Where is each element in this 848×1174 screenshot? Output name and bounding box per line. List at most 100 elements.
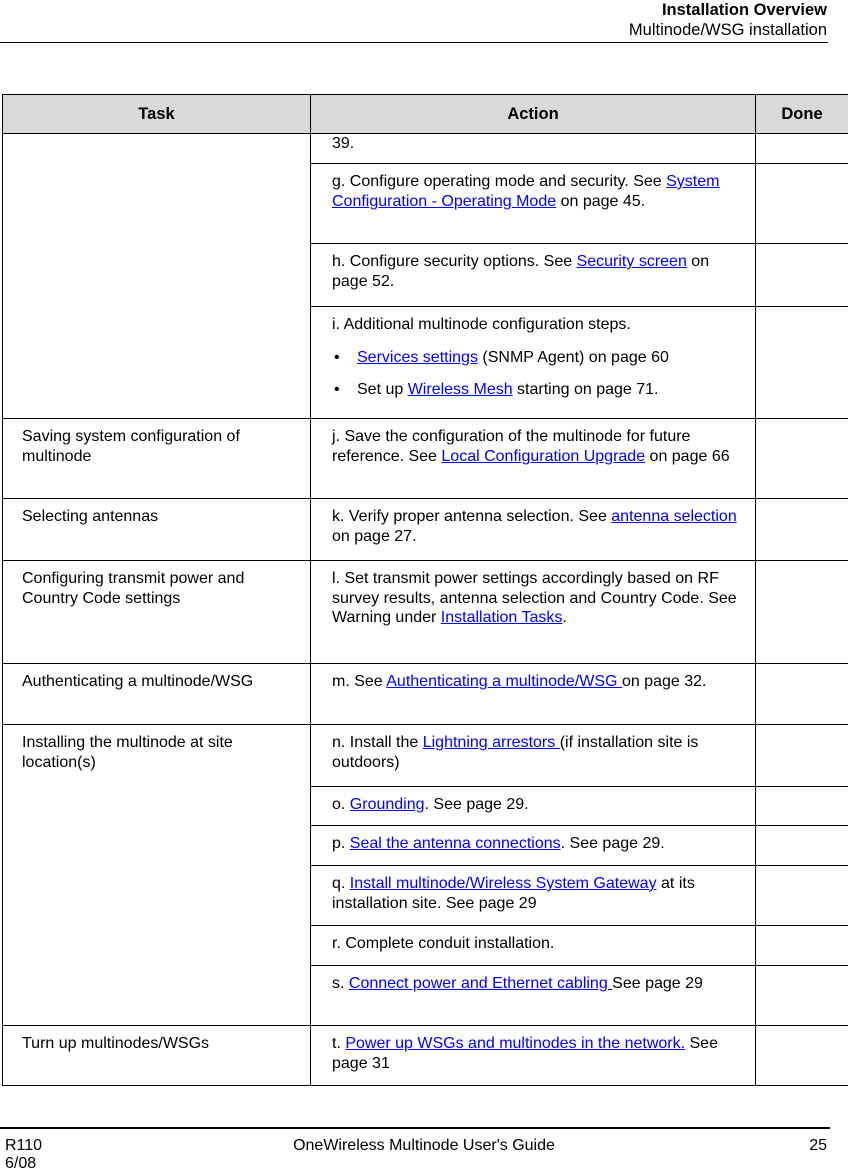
cross-reference-link[interactable]: Power up WSGs and multinodes in the netw… <box>345 1035 685 1052</box>
cross-reference-link[interactable]: Local Configuration Upgrade <box>441 448 645 465</box>
cross-reference-link[interactable]: Install multinode/Wireless System Gatewa… <box>350 875 657 892</box>
done-checkbox-cell[interactable] <box>755 965 848 1026</box>
footer-guide-title: OneWireless Multinode User's Guide <box>293 1137 555 1154</box>
action-text: h. Configure security options. See Secur… <box>332 252 747 291</box>
action-cell: h. Configure security options. See Secur… <box>310 243 756 307</box>
action-text-segment: (SNMP Agent) on page 60 <box>477 348 669 366</box>
action-text: j. Save the configuration of the multino… <box>332 427 747 466</box>
done-checkbox-cell[interactable] <box>755 663 848 725</box>
column-header-action: Action <box>310 94 756 134</box>
action-cell: 39. <box>310 133 756 164</box>
section-title: Installation Overview <box>661 1 827 19</box>
action-text-segment: k. Verify proper antenna selection. See <box>332 508 612 525</box>
task-label <box>3 134 310 150</box>
cross-reference-link[interactable]: Connect power and Ethernet cabling <box>349 975 612 992</box>
action-cell: s. Connect power and Ethernet cabling Se… <box>310 965 756 1026</box>
action-cell: g. Configure operating mode and security… <box>310 163 756 244</box>
action-text-segment: r. Complete conduit installation. <box>332 935 555 952</box>
cross-reference-link[interactable]: Seal the antenna connections <box>350 835 561 852</box>
action-text-segment: on page 32. <box>621 673 707 690</box>
action-cell: n. Install the Lightning arrestors (if i… <box>310 724 756 787</box>
task-cell: Authenticating a multinode/WSG <box>2 663 311 725</box>
action-cell: l. Set transmit power settings according… <box>310 560 756 664</box>
action-cell: o. Grounding. See page 29. <box>310 786 756 826</box>
action-text-segment: See page 29 <box>612 975 703 992</box>
done-checkbox-cell[interactable] <box>755 418 848 499</box>
cross-reference-link[interactable]: Authenticating a multinode/WSG <box>386 673 622 690</box>
action-text-segment: . <box>562 609 567 626</box>
table-row: Turn up multinodes/WSGs t. Power up WSGs … <box>2 1025 848 1086</box>
table-row: Configuring transmit power and Country C… <box>2 560 848 664</box>
action-text-segment: h. Configure security options. See <box>332 253 577 270</box>
task-label: Saving system configuration of multinode <box>22 428 240 465</box>
action-text-segment: on page 66 <box>645 447 730 465</box>
cross-reference-link[interactable]: Wireless Mesh <box>408 381 513 398</box>
table-header-row: Task Action Done <box>2 94 848 134</box>
action-text-segment: Set up <box>357 381 408 398</box>
done-checkbox-cell[interactable] <box>755 925 848 966</box>
cross-reference-link[interactable]: Installation Tasks <box>441 609 563 626</box>
footer-divider <box>0 1127 830 1129</box>
action-text: t. Power up WSGs and multinodes in the n… <box>332 1034 747 1073</box>
action-cell: j. Save the configuration of the multino… <box>310 418 756 499</box>
action-cell: k. Verify proper antenna selection. See … <box>310 498 756 561</box>
action-cell: i. Additional multinode configuration st… <box>310 306 756 419</box>
header-divider <box>0 42 828 43</box>
table-body: 39. g. Configure operating mode and secur… <box>2 133 848 1086</box>
table-row: Installing the multinode at site locatio… <box>2 724 848 1026</box>
action-text: q. Install multinode/Wireless System Gat… <box>332 874 747 913</box>
column-header-done: Done <box>755 94 848 134</box>
cross-reference-link[interactable]: Services settings <box>357 349 478 366</box>
action-text: k. Verify proper antenna selection. See … <box>332 507 747 546</box>
action-text-segment: p. <box>332 835 350 852</box>
task-label: Turn up multinodes/WSGs <box>22 1035 210 1052</box>
action-text-segment: o. <box>332 796 350 813</box>
action-cell: t. Power up WSGs and multinodes in the n… <box>310 1025 756 1086</box>
installation-task-table: Task Action Done 39. g. Configure operati… <box>2 94 848 1086</box>
done-checkbox-cell[interactable] <box>755 306 848 419</box>
task-label: Configuring transmit power and Country C… <box>22 570 245 607</box>
footer-page-number: 25 <box>809 1137 827 1154</box>
action-cell: r. Complete conduit installation. <box>310 925 756 966</box>
cross-reference-link[interactable]: Security screen <box>577 253 687 270</box>
action-text-segment: starting on page 71. <box>512 381 659 398</box>
cross-reference-link[interactable]: Grounding <box>350 796 425 813</box>
done-checkbox-cell[interactable] <box>755 133 848 164</box>
action-text-segment: g. Configure operating mode and security… <box>332 173 667 190</box>
task-cell: Saving system configuration of multinode <box>2 418 311 499</box>
cross-reference-link[interactable]: Lightning arrestors <box>423 734 560 751</box>
done-checkbox-cell[interactable] <box>755 498 848 561</box>
action-text-segment: 39. <box>332 135 355 152</box>
table-row: Authenticating a multinode/WSG m. See Aut… <box>2 663 848 725</box>
done-checkbox-cell[interactable] <box>755 865 848 926</box>
action-bullet-list: • Services settings (SNMP Agent) on page … <box>332 348 747 400</box>
action-text-segment: on page 45. <box>556 192 646 210</box>
bullet-icon: • <box>334 381 340 398</box>
action-cell: m. See Authenticating a multinode/WSG on… <box>310 663 756 725</box>
done-checkbox-cell[interactable] <box>755 1025 848 1086</box>
cross-reference-link[interactable]: antenna selection <box>611 508 736 525</box>
table-row: Selecting antennas k. Verify proper anten… <box>2 498 848 561</box>
action-text: l. Set transmit power settings according… <box>332 569 747 628</box>
action-text: g. Configure operating mode and security… <box>332 172 747 211</box>
task-cell: Selecting antennas <box>2 498 311 561</box>
done-checkbox-cell[interactable] <box>755 825 848 866</box>
done-checkbox-cell[interactable] <box>755 786 848 826</box>
footer-date: 6/08 <box>5 1155 37 1172</box>
action-text-segment: q. <box>332 875 350 892</box>
action-text: i. Additional multinode configuration st… <box>332 315 747 335</box>
done-checkbox-cell[interactable] <box>755 163 848 244</box>
column-header-task: Task <box>2 94 311 134</box>
done-checkbox-cell[interactable] <box>755 243 848 307</box>
action-text-segment: . See page 29. <box>424 796 529 813</box>
task-label: Selecting antennas <box>22 508 159 525</box>
action-cell: q. Install multinode/Wireless System Gat… <box>310 865 756 926</box>
action-text: r. Complete conduit installation. <box>332 934 747 954</box>
task-cell: Configuring transmit power and Country C… <box>2 560 311 664</box>
done-checkbox-cell[interactable] <box>755 560 848 664</box>
bullet-icon: • <box>334 348 340 366</box>
done-checkbox-cell[interactable] <box>755 724 848 787</box>
action-text-segment: on page 27. <box>332 527 417 545</box>
task-cell <box>2 133 311 419</box>
list-item: • Set up Wireless Mesh starting on page 7… <box>332 380 747 400</box>
